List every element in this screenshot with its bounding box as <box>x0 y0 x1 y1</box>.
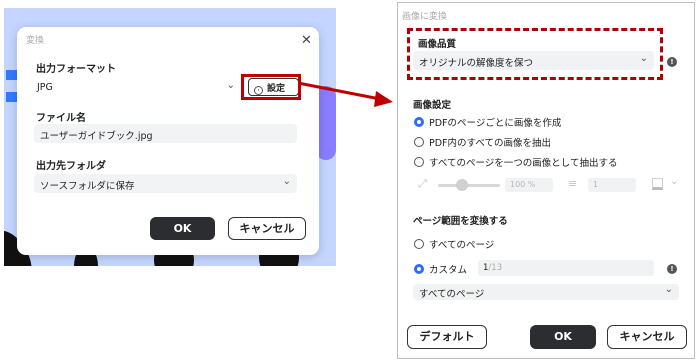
radio-dot <box>414 239 424 249</box>
chevron-down-icon: ⌄ <box>282 176 291 187</box>
chevron-down-icon: ⌄ <box>226 80 235 91</box>
output-format-label: 出力フォーマット <box>36 64 116 75</box>
radio-all-pages[interactable]: すべてのページ <box>414 237 494 251</box>
resize-icon: ⤢ <box>418 177 427 190</box>
spacing-value: 1 <box>588 178 636 192</box>
radio-dot <box>414 117 424 127</box>
quality-select[interactable]: オリジナルの解像度を保つ ⌄ <box>413 51 654 70</box>
convert-dialog: 変換 ✕ 出力フォーマット JPG ⌄ · 設定 ファイル名 ユーザーガイドブック… <box>17 27 319 255</box>
output-folder-select[interactable]: ソースフォルダに保存 ⌄ <box>34 174 297 193</box>
settings-highlight-box <box>241 74 301 100</box>
page-subset-value: すべてのページ <box>419 289 485 300</box>
page-subset-select[interactable]: すべてのページ ⌄ <box>413 284 679 300</box>
custom-page-total: /13 <box>488 263 503 273</box>
radio-extract-images[interactable]: PDF内のすべての画像を抽出 <box>414 135 551 149</box>
cancel-button[interactable]: キャンセル <box>228 217 306 240</box>
output-folder-value: ソースフォルダに保存 <box>40 181 135 192</box>
file-name-input[interactable]: ユーザーガイドブック.jpg <box>34 124 297 143</box>
close-icon[interactable]: ✕ <box>301 34 312 47</box>
cancel-button[interactable]: キャンセル <box>607 325 687 349</box>
image-settings-label: 画像設定 <box>413 100 452 111</box>
red-arrow <box>297 81 393 107</box>
menu-lines-icon: ≡ <box>568 177 578 190</box>
radio-dot <box>414 157 424 167</box>
radio-label: PDF内のすべての画像を抽出 <box>429 138 551 149</box>
quality-label: 画像品質 <box>418 39 457 50</box>
file-name-label: ファイル名 <box>36 113 86 124</box>
zoom-slider-thumb <box>456 179 468 191</box>
output-format-select[interactable]: JPG ⌄ <box>36 78 241 97</box>
radio-label: すべてのページを一つの画像として抽出する <box>429 158 618 169</box>
chevron-down-icon: ⌄ <box>670 176 679 187</box>
radio-dot <box>414 137 424 147</box>
radio-label: すべてのページ <box>429 240 495 251</box>
dialog-title: 変換 <box>26 36 45 46</box>
info-icon[interactable]: ! <box>667 264 677 274</box>
radio-custom-range[interactable]: カスタム <box>414 262 467 276</box>
quality-value: オリジナルの解像度を保つ <box>419 58 534 69</box>
info-icon[interactable]: ! <box>667 57 677 67</box>
ok-button[interactable]: OK <box>530 325 596 349</box>
radio-single-image[interactable]: すべてのページを一つの画像として抽出する <box>414 155 617 169</box>
radio-label: PDFのページごとに画像を作成 <box>429 118 562 129</box>
dialog-title: 画像に変換 <box>402 12 448 22</box>
radio-dot <box>414 264 424 274</box>
default-button[interactable]: デフォルト <box>407 325 487 349</box>
radio-image-per-page[interactable]: PDFのページごとに画像を作成 <box>414 115 561 129</box>
zoom-value: 100 % <box>505 178 553 192</box>
ok-button[interactable]: OK <box>150 217 215 240</box>
image-convert-dialog: 画像に変換 画像品質 オリジナルの解像度を保つ ⌄ ! 画像設定 PDFのページ… <box>397 2 695 359</box>
output-format-value: JPG <box>37 82 53 93</box>
zoom-slider <box>438 184 500 187</box>
page-range-label: ページ範囲を変換する <box>413 216 508 227</box>
color-swatch-icon <box>652 178 663 190</box>
radio-label: カスタム <box>429 265 468 276</box>
custom-range-input[interactable]: 1/13 <box>478 260 654 276</box>
output-folder-label: 出力先フォルダ <box>36 161 106 172</box>
chevron-down-icon: ⌄ <box>639 53 648 64</box>
chevron-down-icon: ⌄ <box>664 284 673 295</box>
